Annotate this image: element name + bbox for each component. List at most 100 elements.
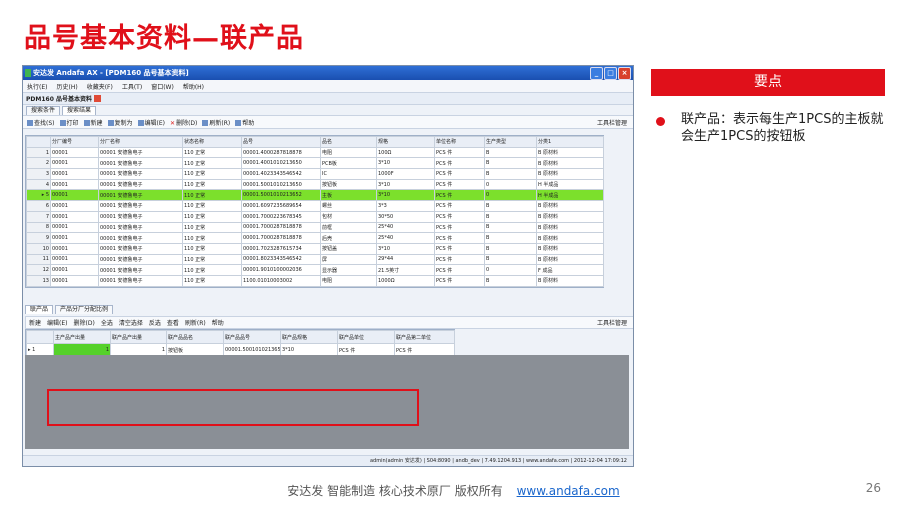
table-row[interactable]: 1 00001 00001 安德鲁电子 110 正常 00001.40002878188… <box>26 146 604 159</box>
print-button[interactable]: 打印 <box>59 118 79 127</box>
table-cell: 1000F <box>376 168 435 180</box>
table-row[interactable]: 12 00001 00001 安德鲁电子 110 正常 00001.9010100002… <box>26 264 604 276</box>
menu-tools[interactable]: 工具(T) <box>122 82 142 91</box>
table-cell: PCS 件 <box>434 232 485 244</box>
slide-title: 品号基本资料—联产品 <box>24 23 304 54</box>
table-row[interactable]: 10 00001 00001 安德鲁电子 110 正常 00001.7023287615… <box>26 242 604 255</box>
sub-refresh-button[interactable]: 刷新(R) <box>185 318 206 327</box>
table-cell: 00001 安德鲁电子 <box>98 264 183 276</box>
sub-toolbar: 新建 编辑(E) 删除(D) 全选 清空选择 反选 查看 刷新(R) 帮助 工具… <box>25 316 633 329</box>
grid-header-cell[interactable]: 单位名称 <box>434 136 485 148</box>
sub-header-cell[interactable]: 主产品产出量 <box>53 330 111 344</box>
menu-window[interactable]: 窗口(W) <box>151 82 174 91</box>
sub-toolbar-manage-button[interactable]: 工具栏管理 <box>597 318 627 327</box>
new-button[interactable]: 新建 <box>83 118 103 127</box>
refresh-label: 刷新(R) <box>209 119 231 127</box>
sub-header-cell[interactable]: 联产品产出量 <box>110 330 167 344</box>
sub-select-all-button[interactable]: 全选 <box>101 318 113 327</box>
table-cell: PCS 件 <box>434 168 485 180</box>
grid-header-cell[interactable]: 品号 <box>241 136 321 148</box>
table-cell: 110 正常 <box>182 178 242 191</box>
delete-button[interactable]: ✕删除(D) <box>170 118 197 127</box>
toolbar-manage-button[interactable]: 工具栏管理 <box>597 118 627 127</box>
help-button[interactable]: 帮助 <box>235 118 254 127</box>
table-row[interactable]: ▸ 5 00001 00001 安德鲁电子 110 正常 00001.500101021… <box>26 189 604 202</box>
table-cell: PCS 件 <box>434 157 485 170</box>
table-cell: 00001 <box>50 178 99 191</box>
grid-header-cell[interactable]: 品名 <box>320 136 377 148</box>
table-cell: 00001.5001010213650 <box>241 178 321 191</box>
table-cell: 110 正常 <box>182 274 242 287</box>
sub-edit-button[interactable]: 编辑(E) <box>47 318 67 327</box>
menu-help[interactable]: 帮助(H) <box>183 82 204 91</box>
table-cell: 00001 <box>50 168 99 180</box>
table-cell: 110 正常 <box>182 146 242 159</box>
refresh-button[interactable]: 刷新(R) <box>202 118 230 127</box>
sub-clear-selection-button[interactable]: 清空选择 <box>119 318 143 327</box>
grid-header-cell[interactable] <box>26 136 51 148</box>
table-row[interactable]: 11 00001 00001 安德鲁电子 110 正常 00001.8023343546… <box>26 253 604 266</box>
table-row[interactable]: 2 00001 00001 安德鲁电子 110 正常 00001.40010102136… <box>26 157 604 170</box>
menu-bar: 执行(E) 历史(H) 收藏夹(F) 工具(T) 窗口(W) 帮助(H) <box>23 80 633 93</box>
table-row[interactable]: 13 00001 00001 安德鲁电子 110 正常 1100.01010003002… <box>26 274 604 287</box>
table-cell: 25*40 <box>376 232 435 244</box>
page-number: 26 <box>865 481 881 495</box>
sub-header-cell[interactable]: 联产品品号 <box>223 330 281 344</box>
table-row[interactable]: 3 00001 00001 安德鲁电子 110 正常 00001.40233435465… <box>26 168 604 180</box>
grid-header-row: 分厂编号 分厂名称 状态名称 品号 品名 规格 单位名称 生产类型 分类1 <box>26 136 604 148</box>
sub-header-cell[interactable] <box>26 330 54 344</box>
minimize-button[interactable]: _ <box>590 67 603 80</box>
close-document-icon[interactable] <box>93 95 101 102</box>
sub-header-cell[interactable]: 联产品第二单位 <box>394 330 455 344</box>
row-number: 12 <box>26 264 51 276</box>
table-cell: 110 正常 <box>182 253 242 266</box>
sub-help-button[interactable]: 帮助 <box>212 318 224 327</box>
menu-favorites[interactable]: 收藏夹(F) <box>87 82 113 91</box>
sub-invert-button[interactable]: 反选 <box>149 318 161 327</box>
close-button[interactable]: × <box>618 67 631 80</box>
table-cell: 00001.6097235689654 <box>241 200 321 212</box>
table-cell: PCS 件 <box>434 200 485 212</box>
tab-co-products[interactable]: 联产品 <box>25 305 54 314</box>
table-cell: B 原材料 <box>536 242 604 255</box>
sub-view-button[interactable]: 查看 <box>167 318 179 327</box>
menu-execute[interactable]: 执行(E) <box>27 82 47 91</box>
table-row[interactable]: 6 00001 00001 安德鲁电子 110 正常 00001.60972356896… <box>26 200 604 212</box>
menu-history[interactable]: 历史(H) <box>56 82 77 91</box>
search-tabs: 搜索条件 搜索结果 <box>23 105 633 115</box>
tab-factory-ratio[interactable]: 产品分厂分配比例 <box>55 305 114 314</box>
sub-header-cell[interactable]: 联产品规格 <box>280 330 338 344</box>
table-row[interactable]: 7 00001 00001 安德鲁电子 110 正常 00001.70002236783… <box>26 210 604 223</box>
table-row[interactable]: 9 00001 00001 安德鲁电子 110 正常 00001.70002878188… <box>26 232 604 244</box>
table-cell: 3*10 <box>376 242 435 255</box>
grid-header-cell[interactable]: 生产类型 <box>484 136 537 148</box>
table-cell: 3*10 <box>376 178 435 191</box>
table-row[interactable]: 8 00001 00001 安德鲁电子 110 正常 00001.70002878188… <box>26 221 604 234</box>
grid-header-cell[interactable]: 分厂编号 <box>50 136 99 148</box>
table-cell: 00001 <box>50 221 99 234</box>
sub-new-button[interactable]: 新建 <box>29 318 41 327</box>
table-cell: 3*10 <box>376 157 435 170</box>
grid-header-cell[interactable]: 状态名称 <box>182 136 242 148</box>
document-tab[interactable]: PDM160 品号基本资料 <box>23 93 633 105</box>
tab-search-results[interactable]: 搜索结果 <box>62 106 97 115</box>
tab-search-conditions[interactable]: 搜索条件 <box>26 106 61 115</box>
table-cell: H 半成品 <box>536 189 604 202</box>
maximize-button[interactable]: □ <box>604 67 617 80</box>
table-row[interactable]: 4 00001 00001 安德鲁电子 110 正常 00001.50010102136… <box>26 178 604 191</box>
footer-link[interactable]: www.andafa.com <box>517 484 620 498</box>
table-cell: B <box>484 157 537 170</box>
table-cell: 29*44 <box>376 253 435 266</box>
row-number: 6 <box>26 200 51 212</box>
copy-as-button[interactable]: 复制为 <box>107 118 133 127</box>
grid-header-cell[interactable]: 分类1 <box>536 136 604 148</box>
table-cell: 0 <box>484 264 537 276</box>
grid-header-cell[interactable]: 分厂名称 <box>98 136 183 148</box>
find-button[interactable]: 查找(S) <box>27 118 55 127</box>
sub-header-cell[interactable]: 联产品单位 <box>337 330 395 344</box>
sub-delete-button[interactable]: 删除(D) <box>74 318 95 327</box>
help-label: 帮助 <box>242 119 255 127</box>
sub-header-cell[interactable]: 联产品品名 <box>166 330 224 344</box>
grid-header-cell[interactable]: 规格 <box>376 136 435 148</box>
edit-button[interactable]: 编辑(E) <box>137 118 165 127</box>
